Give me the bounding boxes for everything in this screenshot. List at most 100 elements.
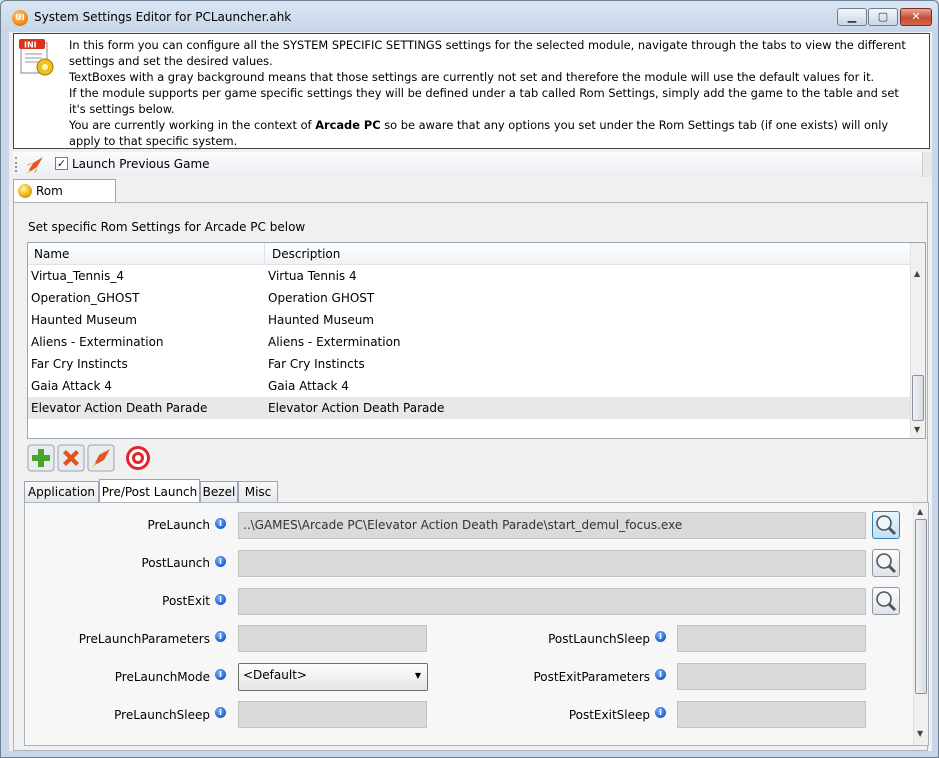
list-rows: Virtua_Tennis_4 Virtua Tennis 4 Operatio… — [28, 265, 910, 419]
launch-previous-game-checkbox[interactable]: ✓ — [55, 157, 68, 170]
tab-misc[interactable]: Misc — [238, 481, 278, 503]
scroll-down-arrow-icon[interactable]: ▼ — [914, 425, 920, 434]
tab-pre-post-launch[interactable]: Pre/Post Launch — [99, 479, 200, 504]
postlaunchsleep-input[interactable] — [677, 625, 866, 652]
info-text: In this form you can configure all the S… — [69, 37, 919, 149]
list-scrollbar[interactable]: ▲ ▼ — [910, 243, 925, 438]
table-row[interactable]: Gaia Attack 4 Gaia Attack 4 — [28, 375, 910, 397]
table-row[interactable]: Operation_GHOST Operation GHOST — [28, 287, 910, 309]
toolbar: ✓ Launch Previous Game — [13, 152, 932, 177]
postexit-browse-button[interactable] — [872, 587, 900, 615]
settings-scroll-thumb[interactable] — [915, 519, 927, 694]
prelaunchmode-select[interactable]: <Default> ▼ — [238, 663, 428, 691]
launch-icon[interactable] — [87, 444, 115, 472]
table-row[interactable]: Virtua_Tennis_4 Virtua Tennis 4 — [28, 265, 910, 287]
row-name: Far Cry Instincts — [31, 357, 128, 371]
info-icon[interactable]: i — [655, 669, 666, 680]
prelaunchmode-selected-value: <Default> — [243, 668, 307, 682]
prelaunchsleep-label: PreLaunchSleep — [114, 708, 210, 722]
postexitsleep-label: PostExitSleep — [568, 708, 650, 722]
info-icon[interactable]: i — [655, 707, 666, 718]
postlaunch-input[interactable] — [238, 550, 866, 577]
tab-bezel[interactable]: Bezel — [200, 481, 238, 503]
info-line-1: In this form you can configure all the S… — [69, 38, 906, 68]
row-description: Operation GHOST — [268, 291, 375, 305]
row-description: Elevator Action Death Parade — [268, 401, 445, 415]
search-icon — [876, 591, 897, 612]
close-button[interactable]: ✕ — [900, 8, 932, 26]
column-header-description[interactable]: Description — [266, 243, 906, 265]
minimize-button[interactable]: ▁ — [837, 8, 867, 26]
toolbar-scrollbar[interactable] — [922, 152, 932, 177]
table-row[interactable]: Aliens - Extermination Aliens - Extermin… — [28, 331, 910, 353]
add-icon[interactable] — [27, 444, 55, 472]
postexitparameters-label: PostExitParameters — [533, 670, 650, 684]
row-name: Elevator Action Death Parade — [31, 401, 208, 415]
tab-rom-settings[interactable]: Rom Settings — [13, 179, 116, 220]
window-title: System Settings Editor for PCLauncher.ah… — [34, 10, 292, 24]
client-area: INI In this form you can configure all t… — [9, 32, 932, 751]
info-panel: INI In this form you can configure all t… — [13, 33, 930, 149]
ini-icon-text: INI — [24, 41, 37, 50]
pre-post-launch-settings: PreLaunch i ..\GAMES\Arcade PC\Elevator … — [24, 502, 929, 746]
row-description: Gaia Attack 4 — [268, 379, 349, 393]
toolbar-grip[interactable] — [15, 157, 18, 172]
table-row[interactable]: Haunted Museum Haunted Museum — [28, 309, 910, 331]
rom-settings-panel: Set specific Rom Settings for Arcade PC … — [13, 202, 929, 751]
table-row-selected[interactable]: Elevator Action Death Parade Elevator Ac… — [28, 397, 910, 419]
postexit-input[interactable] — [238, 588, 866, 615]
postexit-label: PostExit — [162, 594, 210, 608]
row-description: Aliens - Extermination — [268, 335, 401, 349]
postlaunch-browse-button[interactable] — [872, 549, 900, 577]
rocket-icon[interactable] — [25, 155, 45, 175]
postexitparameters-input[interactable] — [677, 663, 866, 690]
search-icon — [876, 553, 897, 574]
list-header: Name Description — [28, 243, 910, 265]
delete-icon[interactable] — [57, 444, 85, 472]
info-icon[interactable]: i — [215, 594, 226, 605]
tab-application[interactable]: Application — [24, 481, 99, 503]
info-icon[interactable]: i — [215, 518, 226, 529]
app-icon: UI — [12, 10, 28, 26]
info-line-2: TextBoxes with a gray background means t… — [69, 70, 875, 84]
prelaunch-browse-button[interactable] — [872, 511, 900, 539]
prelaunch-label: PreLaunch — [147, 518, 210, 532]
row-description: Far Cry Instincts — [268, 357, 365, 371]
table-row[interactable]: Far Cry Instincts Far Cry Instincts — [28, 353, 910, 375]
info-line-4-pre: You are currently working in the context… — [69, 118, 316, 132]
info-icon[interactable]: i — [215, 669, 226, 680]
target-icon[interactable] — [124, 444, 152, 472]
scroll-up-arrow-icon[interactable]: ▲ — [914, 269, 920, 278]
postexitsleep-input[interactable] — [677, 701, 866, 728]
chevron-down-icon: ▼ — [414, 671, 421, 680]
row-name: Haunted Museum — [31, 313, 137, 327]
prelaunchparameters-label: PreLaunchParameters — [78, 632, 210, 646]
rom-settings-caption: Set specific Rom Settings for Arcade PC … — [28, 220, 306, 234]
prelaunchparameters-input[interactable] — [238, 625, 427, 652]
prelaunchsleep-input[interactable] — [238, 701, 427, 728]
info-icon[interactable]: i — [215, 707, 226, 718]
row-description: Virtua Tennis 4 — [268, 269, 357, 283]
row-description: Haunted Museum — [268, 313, 374, 327]
prelaunch-input[interactable]: ..\GAMES\Arcade PC\Elevator Action Death… — [238, 512, 866, 539]
scroll-up-arrow-icon[interactable]: ▲ — [917, 507, 923, 516]
rom-settings-icon — [18, 184, 32, 198]
maximize-button[interactable]: ▢ — [868, 8, 898, 26]
ini-settings-icon: INI — [18, 38, 56, 76]
context-system-name: Arcade PC — [315, 118, 381, 132]
title-bar[interactable]: UI System Settings Editor for PCLauncher… — [1, 1, 938, 33]
info-line-3: If the module supports per game specific… — [69, 86, 899, 116]
row-name: Operation_GHOST — [31, 291, 140, 305]
scroll-down-arrow-icon[interactable]: ▼ — [917, 729, 923, 738]
list-scroll-thumb[interactable] — [912, 375, 924, 421]
row-name: Virtua_Tennis_4 — [31, 269, 124, 283]
info-icon[interactable]: i — [655, 631, 666, 642]
row-name: Aliens - Extermination — [31, 335, 164, 349]
postlaunchsleep-label: PostLaunchSleep — [548, 632, 650, 646]
rom-list[interactable]: Name Description Virtua_Tennis_4 Virtua … — [27, 242, 926, 439]
prelaunchmode-label: PreLaunchMode — [114, 670, 210, 684]
column-header-name[interactable]: Name — [28, 243, 265, 265]
info-icon[interactable]: i — [215, 631, 226, 642]
info-icon[interactable]: i — [215, 556, 226, 567]
settings-scrollbar[interactable]: ▲ ▼ — [913, 503, 928, 745]
